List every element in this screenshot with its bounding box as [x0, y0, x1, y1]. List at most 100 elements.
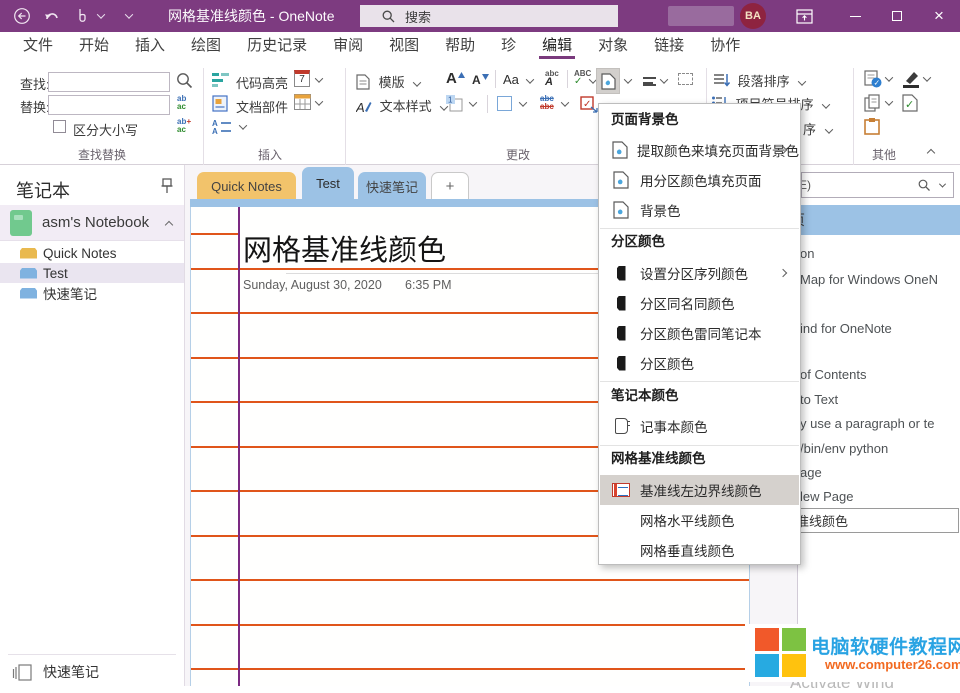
sort-lines-dropdown-icon[interactable] [238, 121, 248, 130]
back-button[interactable] [10, 4, 34, 28]
numbering-button[interactable]: 1 [446, 95, 463, 112]
quick-notes-footer-button[interactable]: 快速笔记 [0, 659, 184, 685]
maximize-button[interactable] [880, 0, 914, 32]
page-background-dropdown-icon[interactable] [623, 75, 633, 84]
strike-format-button[interactable]: abc abc [540, 95, 554, 111]
menubar-item-collaborate[interactable]: 协作 [697, 32, 753, 62]
menubar-item-view[interactable]: 视图 [376, 32, 432, 62]
frame-button[interactable] [497, 96, 512, 111]
page-list-item[interactable]: of Contents [800, 367, 867, 382]
add-page-button[interactable]: 页 [798, 205, 960, 235]
line-spacing-dropdown-icon[interactable] [659, 75, 669, 84]
shrink-font-button[interactable]: A [472, 73, 489, 87]
calendar-grid-dropdown-icon[interactable] [314, 97, 324, 106]
replace-input[interactable] [48, 95, 170, 115]
replace-button[interactable]: ab ac [177, 95, 186, 111]
change-case-button[interactable]: Aa [503, 72, 519, 87]
pages-search-box[interactable]: E) [801, 172, 954, 198]
page-background-color-button[interactable] [596, 68, 620, 94]
sidebar-section-quick-notes[interactable]: Quick Notes [0, 243, 184, 263]
quick-access-toolbar-chevron-icon[interactable] [124, 10, 134, 19]
menu-item-set-section-sequence-colors[interactable]: 设置分区序列颜色 [600, 258, 799, 288]
numbering-dropdown-icon[interactable] [468, 98, 478, 107]
replace-all-button[interactable]: ab+ ac [177, 118, 191, 134]
paragraph-sort-button[interactable]: 段落排序 [714, 71, 807, 90]
page-title[interactable]: 网格基准线颜色 [243, 227, 446, 269]
close-button[interactable]: × [922, 0, 956, 32]
menu-item-section-color-same-as-notebook[interactable]: 分区颜色雷同笔记本 [600, 318, 799, 348]
page-list-item[interactable]: to Text [800, 392, 838, 407]
partial-sort-button[interactable]: 序 [803, 119, 833, 138]
page-list-item[interactable]: lew Page [800, 489, 853, 504]
page-list-item[interactable]: y use a paragraph or te [800, 416, 934, 431]
menubar-item-draw[interactable]: 绘图 [178, 32, 234, 62]
menubar-item-object[interactable]: 对象 [585, 32, 641, 62]
doc-check-button[interactable]: ✓ [902, 94, 918, 112]
template-button[interactable]: 模版 [356, 72, 422, 91]
page-list-item-selected[interactable]: 准线颜色 [799, 508, 959, 533]
code-highlight-button[interactable] [212, 71, 230, 87]
sort-lines-button[interactable]: AA [212, 119, 232, 134]
task-check-button[interactable]: ✓ [580, 96, 598, 113]
menubar-item-home[interactable]: 开始 [66, 32, 122, 62]
highlighter-dropdown-icon[interactable] [922, 73, 932, 82]
menubar-item-history[interactable]: 历史记录 [234, 32, 320, 62]
menu-item-same-name-same-color[interactable]: 分区同名同颜色 [600, 288, 799, 318]
menubar-item-edit[interactable]: 编辑 [529, 32, 585, 62]
avatar[interactable]: BA [740, 3, 766, 29]
text-style-button[interactable]: A 文本样式 [356, 96, 449, 115]
menubar-item-file[interactable]: 文件 [10, 32, 66, 62]
page-list-item[interactable]: on [800, 246, 814, 261]
calendar-day-dropdown-icon[interactable] [314, 74, 324, 83]
collapse-ribbon-icon[interactable] [926, 148, 936, 158]
spelling-button[interactable]: abc A [545, 70, 559, 88]
menu-item-fill-page-with-section-color[interactable]: 用分区颜色填充页面 [600, 165, 799, 195]
web-check-dropdown-icon[interactable] [884, 73, 894, 82]
line-spacing-button[interactable] [643, 77, 656, 86]
touch-mode-button[interactable] [70, 4, 94, 28]
ribbon-display-options-button[interactable] [792, 4, 816, 28]
grow-font-button[interactable]: A [446, 70, 465, 87]
tab-test[interactable]: Test [302, 167, 354, 200]
calendar-day-button[interactable]: 7 [294, 70, 310, 87]
menubar-item-help[interactable]: 帮助 [432, 32, 488, 62]
match-case-checkbox[interactable] [53, 120, 66, 133]
sidebar-section-test[interactable]: Test [0, 263, 184, 283]
doc-parts-button[interactable] [212, 95, 228, 112]
strike-format-dropdown-icon[interactable] [560, 98, 570, 107]
highlighter-button[interactable] [902, 71, 920, 88]
frame-dropdown-icon[interactable] [518, 98, 528, 107]
menubar-item-insert[interactable]: 插入 [122, 32, 178, 62]
page-list-item[interactable]: Map for Windows OneN [800, 272, 938, 287]
copy-pages-dropdown-icon[interactable] [884, 97, 894, 106]
find-input[interactable] [48, 72, 170, 92]
menu-item-baseline-left-border-color[interactable]: 基准线左边界线颜色 [600, 475, 799, 505]
tab-quick-notes[interactable]: Quick Notes [197, 172, 296, 200]
find-search-button[interactable] [176, 72, 193, 89]
menu-item-background-color[interactable]: 背景色 [600, 195, 799, 225]
pin-button[interactable] [160, 178, 174, 194]
sidebar-section-quick-notes-cn[interactable]: 快速笔记 [0, 283, 184, 303]
web-check-button[interactable]: ✓ [864, 70, 882, 88]
undo-button[interactable] [40, 4, 64, 28]
clipboard-button[interactable] [864, 117, 880, 135]
menu-item-grid-horizontal-line-color[interactable]: 网格水平线颜色 [600, 505, 799, 535]
menu-item-grid-vertical-line-color[interactable]: 网格垂直线颜色 [600, 535, 799, 565]
menu-item-extract-color-fill[interactable]: 提取颜色来填充页面背景色 [600, 135, 799, 165]
touch-mode-dropdown-icon[interactable] [96, 10, 106, 19]
menubar-item-link[interactable]: 链接 [641, 32, 697, 62]
menu-item-notebook-color[interactable]: 记事本颜色 [600, 411, 799, 441]
tab-add-section[interactable]: + [431, 172, 469, 200]
notebook-row[interactable]: asm's Notebook [0, 205, 184, 241]
menu-item-section-color[interactable]: 分区颜色 [600, 348, 799, 378]
page-list-item[interactable]: /bin/env python [800, 441, 888, 456]
menubar-item-review[interactable]: 审阅 [320, 32, 376, 62]
notebook-collapse-icon[interactable] [164, 220, 174, 230]
tab-quick-notes-cn[interactable]: 快速笔记 [358, 172, 426, 200]
page-list-item[interactable]: age [800, 465, 822, 480]
search-box[interactable]: 搜索 [360, 5, 618, 27]
copy-pages-button[interactable] [864, 94, 881, 112]
pages-search-dropdown-icon[interactable] [938, 180, 947, 188]
calendar-grid-button[interactable] [294, 94, 311, 110]
menubar-item-zhen[interactable]: 珍 [488, 32, 529, 62]
